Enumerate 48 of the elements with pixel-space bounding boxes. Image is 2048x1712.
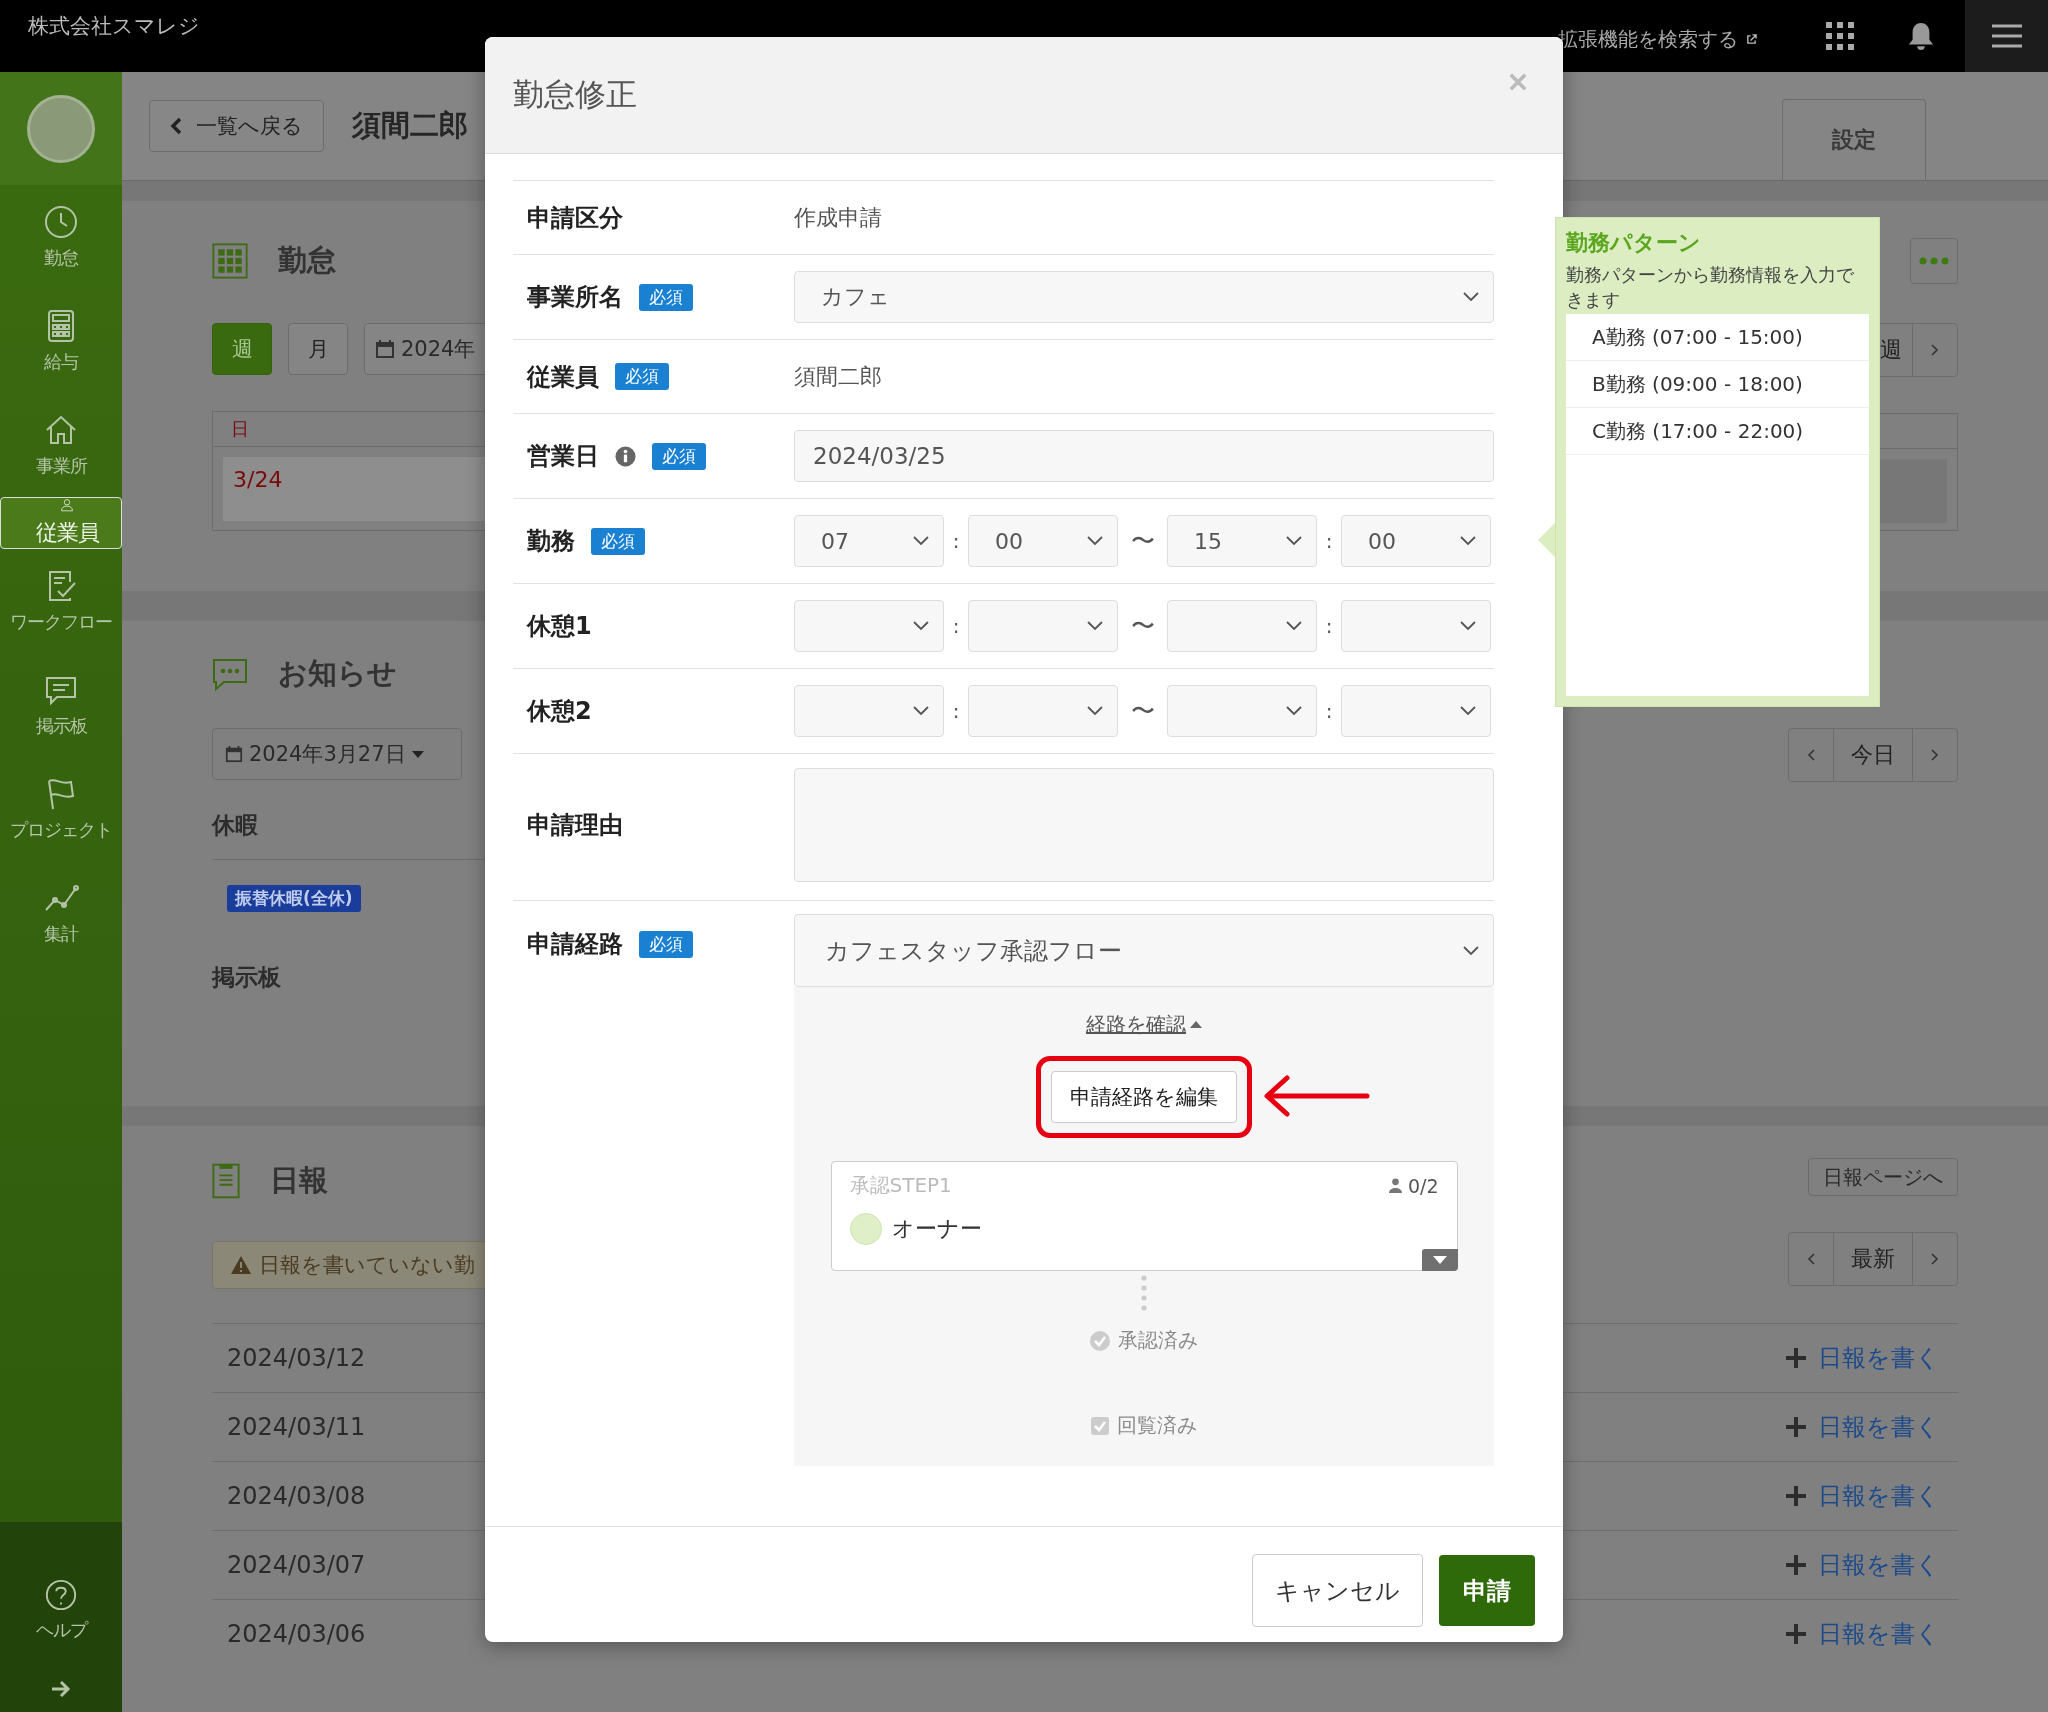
field-value: 須間二郎 (794, 363, 883, 391)
section-title: 日報 (270, 1162, 328, 1199)
report-date: 2024/03/12 (227, 1344, 366, 1372)
field-label: 休憩2 (527, 696, 592, 727)
report-date: 2024/03/06 (227, 1620, 366, 1648)
field-label: 申請経路 (527, 929, 623, 960)
field-label: 休憩1 (527, 611, 592, 642)
colon-separator: : (951, 699, 961, 723)
subheading: 掲示板 (212, 963, 281, 992)
colon-separator: : (1324, 529, 1334, 553)
popover-title: 勤務パターン (1566, 229, 1702, 257)
required-badge: 必須 (615, 363, 669, 390)
required-badge: 必須 (591, 527, 645, 555)
colon-separator: : (951, 529, 961, 553)
dialog-title: 勤怠修正 (513, 75, 637, 114)
tilde-separator: 〜 (1129, 526, 1156, 557)
required-badge: 必須 (652, 442, 706, 470)
warning-text: 日報を書いていない勤 (259, 1252, 475, 1279)
approver-name: オーナー (891, 1215, 982, 1243)
company-name: 株式会社スマレジ (28, 13, 200, 40)
popover-description: 勤務パターンから勤務情報を入力できます (1566, 263, 1855, 313)
colon-separator: : (1324, 614, 1334, 638)
field-label: 勤務 (527, 526, 575, 557)
field-label: 事業所名 (527, 282, 623, 313)
leave-tag: 振替休暇(全休) (227, 885, 361, 912)
section-title: お知らせ (278, 655, 397, 692)
step-name: 承認STEP1 (849, 1172, 952, 1199)
required-badge: 必須 (639, 283, 693, 311)
status-label: 承認済み (1118, 1327, 1198, 1354)
day-number: 3/24 (233, 467, 283, 492)
required-badge: 必須 (639, 930, 693, 958)
report-date: 2024/03/11 (227, 1413, 366, 1441)
subheading: 休暇 (212, 811, 258, 840)
section-title: 勤怠 (278, 242, 336, 279)
status-label: 回覧済み (1117, 1412, 1197, 1439)
colon-separator: : (1324, 699, 1334, 723)
colon-separator: : (951, 614, 961, 638)
report-date: 2024/03/07 (227, 1551, 366, 1579)
field-value: 作成申請 (794, 204, 883, 232)
field-label: 従業員 (527, 361, 599, 393)
report-date: 2024/03/08 (227, 1482, 366, 1510)
field-label: 申請区分 (527, 202, 623, 234)
employee-name: 須間二郎 (352, 107, 468, 144)
approver-count: 0/2 (1407, 1174, 1439, 1197)
field-label: 申請理由 (527, 810, 623, 841)
weekday-header: 日 (231, 417, 249, 441)
tilde-separator: 〜 (1129, 611, 1156, 642)
tilde-separator: 〜 (1129, 696, 1156, 727)
